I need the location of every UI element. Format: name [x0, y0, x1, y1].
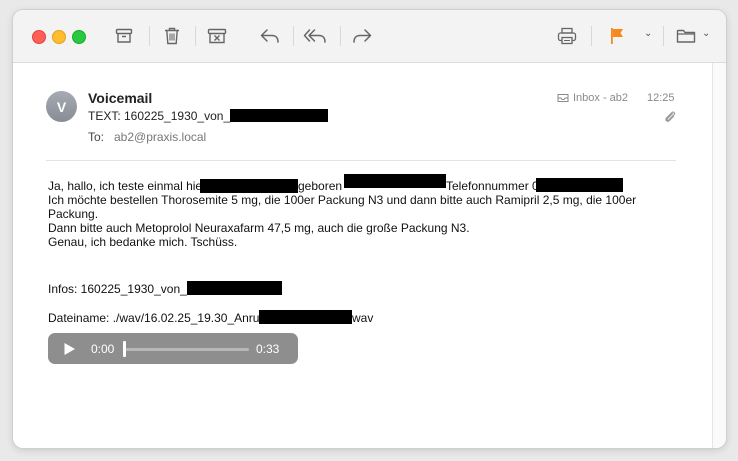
redaction-bar — [187, 281, 282, 295]
audio-scrubber-handle[interactable] — [123, 341, 126, 357]
subject-line: TEXT: 160225_1930_von_ — [88, 109, 329, 123]
body-line: Ich möchte bestellen Thorosemite 5 mg, d… — [48, 193, 637, 207]
dateiname-line: Dateiname: ./wav/16.02.25_19.30_Anru wav — [48, 310, 668, 325]
trash-icon — [165, 27, 179, 45]
infos-text: Infos: 160225_1930_von_ — [48, 282, 187, 296]
redaction-bar — [200, 179, 298, 193]
folder-icon — [676, 29, 696, 43]
zoom-window-button[interactable] — [72, 30, 86, 44]
infos-line: Infos: 160225_1930_von_ — [48, 281, 668, 296]
minimize-window-button[interactable] — [52, 30, 66, 44]
junk-button[interactable] — [204, 24, 230, 48]
delete-button[interactable] — [159, 24, 185, 48]
toolbar-separator — [293, 26, 294, 46]
archive-icon — [115, 28, 133, 43]
play-button[interactable] — [63, 342, 76, 361]
redaction-bar — [344, 174, 446, 188]
toolbar: ⌄ ⌄ — [13, 10, 726, 63]
print-button[interactable] — [554, 24, 580, 48]
flag-icon — [611, 28, 623, 44]
avatar: V — [46, 91, 77, 122]
move-to-folder-button[interactable] — [673, 24, 699, 48]
body-line: Genau, ich bedanke mich. Tschüss. — [48, 235, 238, 249]
message-body: Ja, hallo, ich teste einmal hie geboren … — [48, 174, 668, 325]
body-line: Dann bitte auch Metoprolol Neuraxafarm 4… — [48, 221, 470, 235]
folder-menu-chevron-icon[interactable]: ⌄ — [702, 28, 710, 39]
flag-menu-chevron-icon[interactable]: ⌄ — [644, 28, 652, 39]
dateiname-suffix: wav — [352, 311, 374, 325]
sender-name: Voicemail — [88, 90, 153, 106]
body-text-segment: Ja, hallo, ich teste einmal hie — [48, 179, 203, 193]
reply-button[interactable] — [257, 24, 283, 48]
body-line: Packung. — [48, 207, 99, 221]
attachment-indicator — [664, 110, 676, 129]
audio-duration: 0:33 — [256, 342, 280, 356]
play-icon — [64, 343, 75, 355]
body-text-segment: Telefonnummer 0 — [446, 179, 539, 193]
dateiname-text: Dateiname: ./wav/16.02.25_19.30_Anru — [48, 311, 260, 325]
archive-button[interactable] — [111, 24, 137, 48]
paperclip-icon — [665, 111, 676, 122]
header-divider — [46, 160, 676, 161]
toolbar-separator — [591, 26, 592, 46]
audio-current-time: 0:00 — [91, 342, 115, 356]
mailbox-icon — [557, 94, 569, 102]
toolbar-separator — [340, 26, 341, 46]
print-icon — [557, 27, 577, 45]
body-line: Ja, hallo, ich teste einmal hie geboren … — [48, 174, 668, 193]
flag-button[interactable] — [604, 24, 630, 48]
to-label: To: — [88, 130, 105, 144]
subject-text: TEXT: 160225_1930_von_ — [88, 109, 231, 123]
toolbar-separator — [149, 26, 150, 46]
junk-icon — [207, 28, 227, 44]
close-window-button[interactable] — [32, 30, 46, 44]
redaction-bar — [259, 310, 352, 324]
audio-scrubber-track[interactable] — [125, 348, 249, 351]
message-view: V Voicemail TEXT: 160225_1930_von_ To: a… — [13, 63, 712, 448]
forward-icon — [353, 29, 372, 43]
redaction-bar — [230, 109, 329, 122]
mailbox-indicator: Inbox - ab2 — [557, 92, 628, 104]
toolbar-separator — [663, 26, 664, 46]
body-text-segment: geboren — [298, 179, 343, 193]
reply-all-button[interactable] — [302, 24, 328, 48]
recipient-address[interactable]: ab2@praxis.local — [114, 130, 206, 144]
scrollbar[interactable] — [712, 63, 726, 448]
redaction-bar — [536, 178, 623, 192]
toolbar-separator — [195, 26, 196, 46]
mail-window: ⌄ ⌄ V Voicemail TEXT: 160225_1930_von_ T… — [13, 10, 726, 448]
audio-player: 0:00 0:33 — [48, 333, 298, 364]
reply-all-icon — [303, 29, 326, 43]
reply-icon — [260, 29, 279, 43]
mailbox-label: Inbox - ab2 — [573, 92, 629, 104]
received-time: 12:25 — [647, 92, 675, 104]
forward-button[interactable] — [349, 24, 375, 48]
